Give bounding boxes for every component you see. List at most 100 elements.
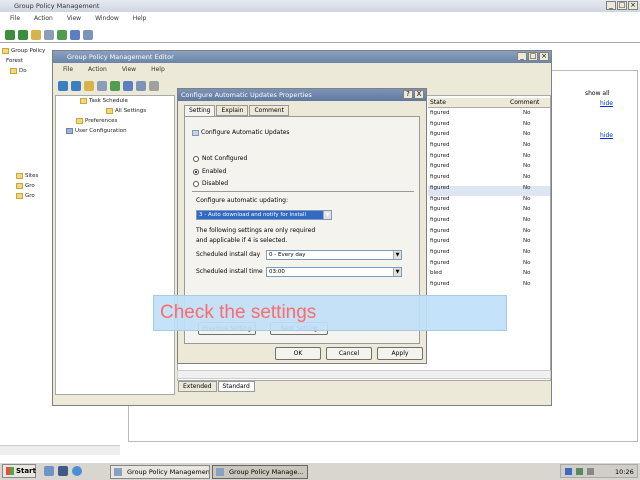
tray-network-icon[interactable] — [576, 468, 583, 475]
tree-gro1[interactable]: Gro — [2, 181, 52, 191]
schedule-day-label: Scheduled install day — [196, 251, 261, 258]
user-config-icon — [66, 127, 73, 134]
policy-name: Configure Automatic Updates — [192, 129, 290, 136]
state-header[interactable]: State — [430, 99, 446, 106]
outer-titlebar[interactable]: Group Policy Management — [0, 0, 640, 12]
menu-window[interactable]: Window — [95, 14, 119, 24]
system-tray: 10:26 — [560, 464, 638, 478]
tree-gro2[interactable]: Gro — [2, 191, 52, 201]
hide-link[interactable]: hide — [600, 100, 613, 107]
tab-extended[interactable]: Extended — [178, 381, 217, 392]
comment-cell: No — [523, 131, 531, 138]
comment-cell: No — [523, 152, 531, 159]
editor-tree-item[interactable]: Task Schedule — [62, 96, 174, 106]
editor-minimize-button[interactable]: _ — [517, 52, 527, 61]
radio-enabled[interactable]: Enabled — [193, 168, 226, 175]
editor-maximize-button[interactable]: □ — [528, 52, 538, 61]
menu-action[interactable]: Action — [34, 14, 53, 24]
close-button[interactable]: × — [628, 1, 638, 10]
taskbar-item-gpme[interactable]: Group Policy Manage... — [212, 465, 308, 479]
tab-setting[interactable]: Setting — [184, 105, 216, 116]
editor-filter-icon[interactable] — [149, 81, 159, 91]
radio-not-configured[interactable]: Not Configured — [193, 155, 247, 162]
comment-cell: No — [523, 270, 531, 277]
tree-domain[interactable]: Do — [2, 66, 52, 76]
comment-cell: No — [523, 110, 531, 116]
outer-hscroll[interactable] — [0, 445, 120, 455]
note-line1: The following settings are only required — [196, 227, 316, 234]
editor-folder-icon[interactable] — [84, 81, 94, 91]
back-icon[interactable] — [5, 30, 15, 40]
configure-dropdown[interactable]: 3 - Auto download and notify for install… — [196, 210, 332, 220]
tree-sites[interactable]: Sites — [2, 171, 52, 181]
editor-menu-file[interactable]: File — [63, 65, 73, 75]
editor-menu-action[interactable]: Action — [88, 65, 107, 75]
comment-cell: No — [523, 259, 531, 266]
tab-comment[interactable]: Comment — [249, 105, 289, 116]
tree-forest[interactable]: Forest — [2, 56, 52, 66]
editor-tree: Task ScheduleTerminal SeWindows CWindows… — [55, 95, 175, 395]
tree-user-config[interactable]: User Configuration — [62, 126, 174, 136]
restore-button[interactable]: □ — [617, 1, 627, 10]
refresh-icon[interactable] — [57, 30, 67, 40]
start-button[interactable]: Start — [2, 464, 36, 478]
state-column: figured figured figured figured figured figur… — [430, 108, 449, 290]
folder-icon[interactable] — [31, 30, 41, 40]
comment-cell: No — [523, 163, 531, 170]
state-cell: figured — [430, 259, 450, 266]
state-cell: figured — [430, 152, 450, 159]
windows-logo-icon — [6, 467, 14, 475]
tab-standard[interactable]: Standard — [217, 381, 255, 392]
view-icon[interactable] — [83, 30, 93, 40]
menu-help[interactable]: Help — [133, 14, 147, 24]
properties-icon[interactable] — [44, 30, 54, 40]
minimize-button[interactable]: _ — [606, 1, 616, 10]
editor-titlebar[interactable]: Group Policy Management Editor — [53, 51, 551, 63]
editor-menu-help[interactable]: Help — [151, 65, 165, 75]
schedule-day-dropdown[interactable]: 0 - Every day ▼ — [266, 250, 402, 260]
help-icon[interactable] — [70, 30, 80, 40]
tray-flag-icon[interactable] — [565, 468, 572, 475]
radio-checked-icon — [193, 168, 199, 175]
menu-view[interactable]: View — [67, 14, 81, 24]
dialog-help-button[interactable]: ? — [403, 90, 413, 99]
quicklaunch-ie-icon[interactable] — [72, 466, 82, 476]
show-all-link[interactable]: show all — [585, 90, 609, 97]
editor-help-icon[interactable] — [123, 81, 133, 91]
state-cell: figured — [430, 281, 450, 287]
menu-file[interactable]: File — [10, 14, 20, 24]
radio-disabled[interactable]: Disabled — [193, 180, 228, 187]
cancel-button[interactable]: Cancel — [326, 347, 372, 360]
tray-shield-icon[interactable] — [587, 468, 594, 475]
schedule-time-dropdown[interactable]: 03:00 ▼ — [266, 267, 402, 277]
comment-column: No No No No No No No No No No No No No No No No No — [523, 108, 530, 290]
state-cell: figured — [430, 216, 450, 223]
editor-forward-icon[interactable] — [71, 81, 81, 91]
quicklaunch-explorer-icon[interactable] — [44, 466, 54, 476]
hide-link-2[interactable]: hide — [600, 132, 613, 139]
taskbar-item-gpm[interactable]: Group Policy Management — [110, 465, 210, 479]
editor-hscroll[interactable] — [177, 370, 551, 379]
editor-back-icon[interactable] — [58, 81, 68, 91]
ok-button[interactable]: OK — [275, 347, 321, 360]
tree-root[interactable]: Group Policy — [2, 46, 52, 56]
outer-tree: Group Policy Forest Do Sites Gro Gro — [2, 46, 52, 201]
editor-export-icon[interactable] — [110, 81, 120, 91]
tree-all-settings[interactable]: All Settings — [62, 106, 174, 116]
dialog-titlebar[interactable]: Configure Automatic Updates Properties — [178, 89, 426, 101]
comment-header[interactable]: Comment — [510, 99, 539, 106]
editor-close-button[interactable]: × — [539, 52, 549, 61]
quicklaunch-console-icon[interactable] — [58, 466, 68, 476]
apply-button[interactable]: Apply — [377, 347, 423, 360]
group-icon — [16, 182, 23, 189]
dialog-close-button[interactable]: X — [414, 90, 424, 99]
comment-cell: No — [523, 216, 531, 223]
editor-list-icon[interactable] — [97, 81, 107, 91]
tab-explain[interactable]: Explain — [216, 105, 249, 116]
forward-icon[interactable] — [18, 30, 28, 40]
editor-view-icon[interactable] — [136, 81, 146, 91]
outer-title: Group Policy Management — [14, 2, 100, 10]
tree-preferences[interactable]: Preferences — [62, 116, 174, 126]
note-line2: and applicable if 4 is selected. — [196, 237, 288, 244]
editor-menu-view[interactable]: View — [122, 65, 136, 75]
